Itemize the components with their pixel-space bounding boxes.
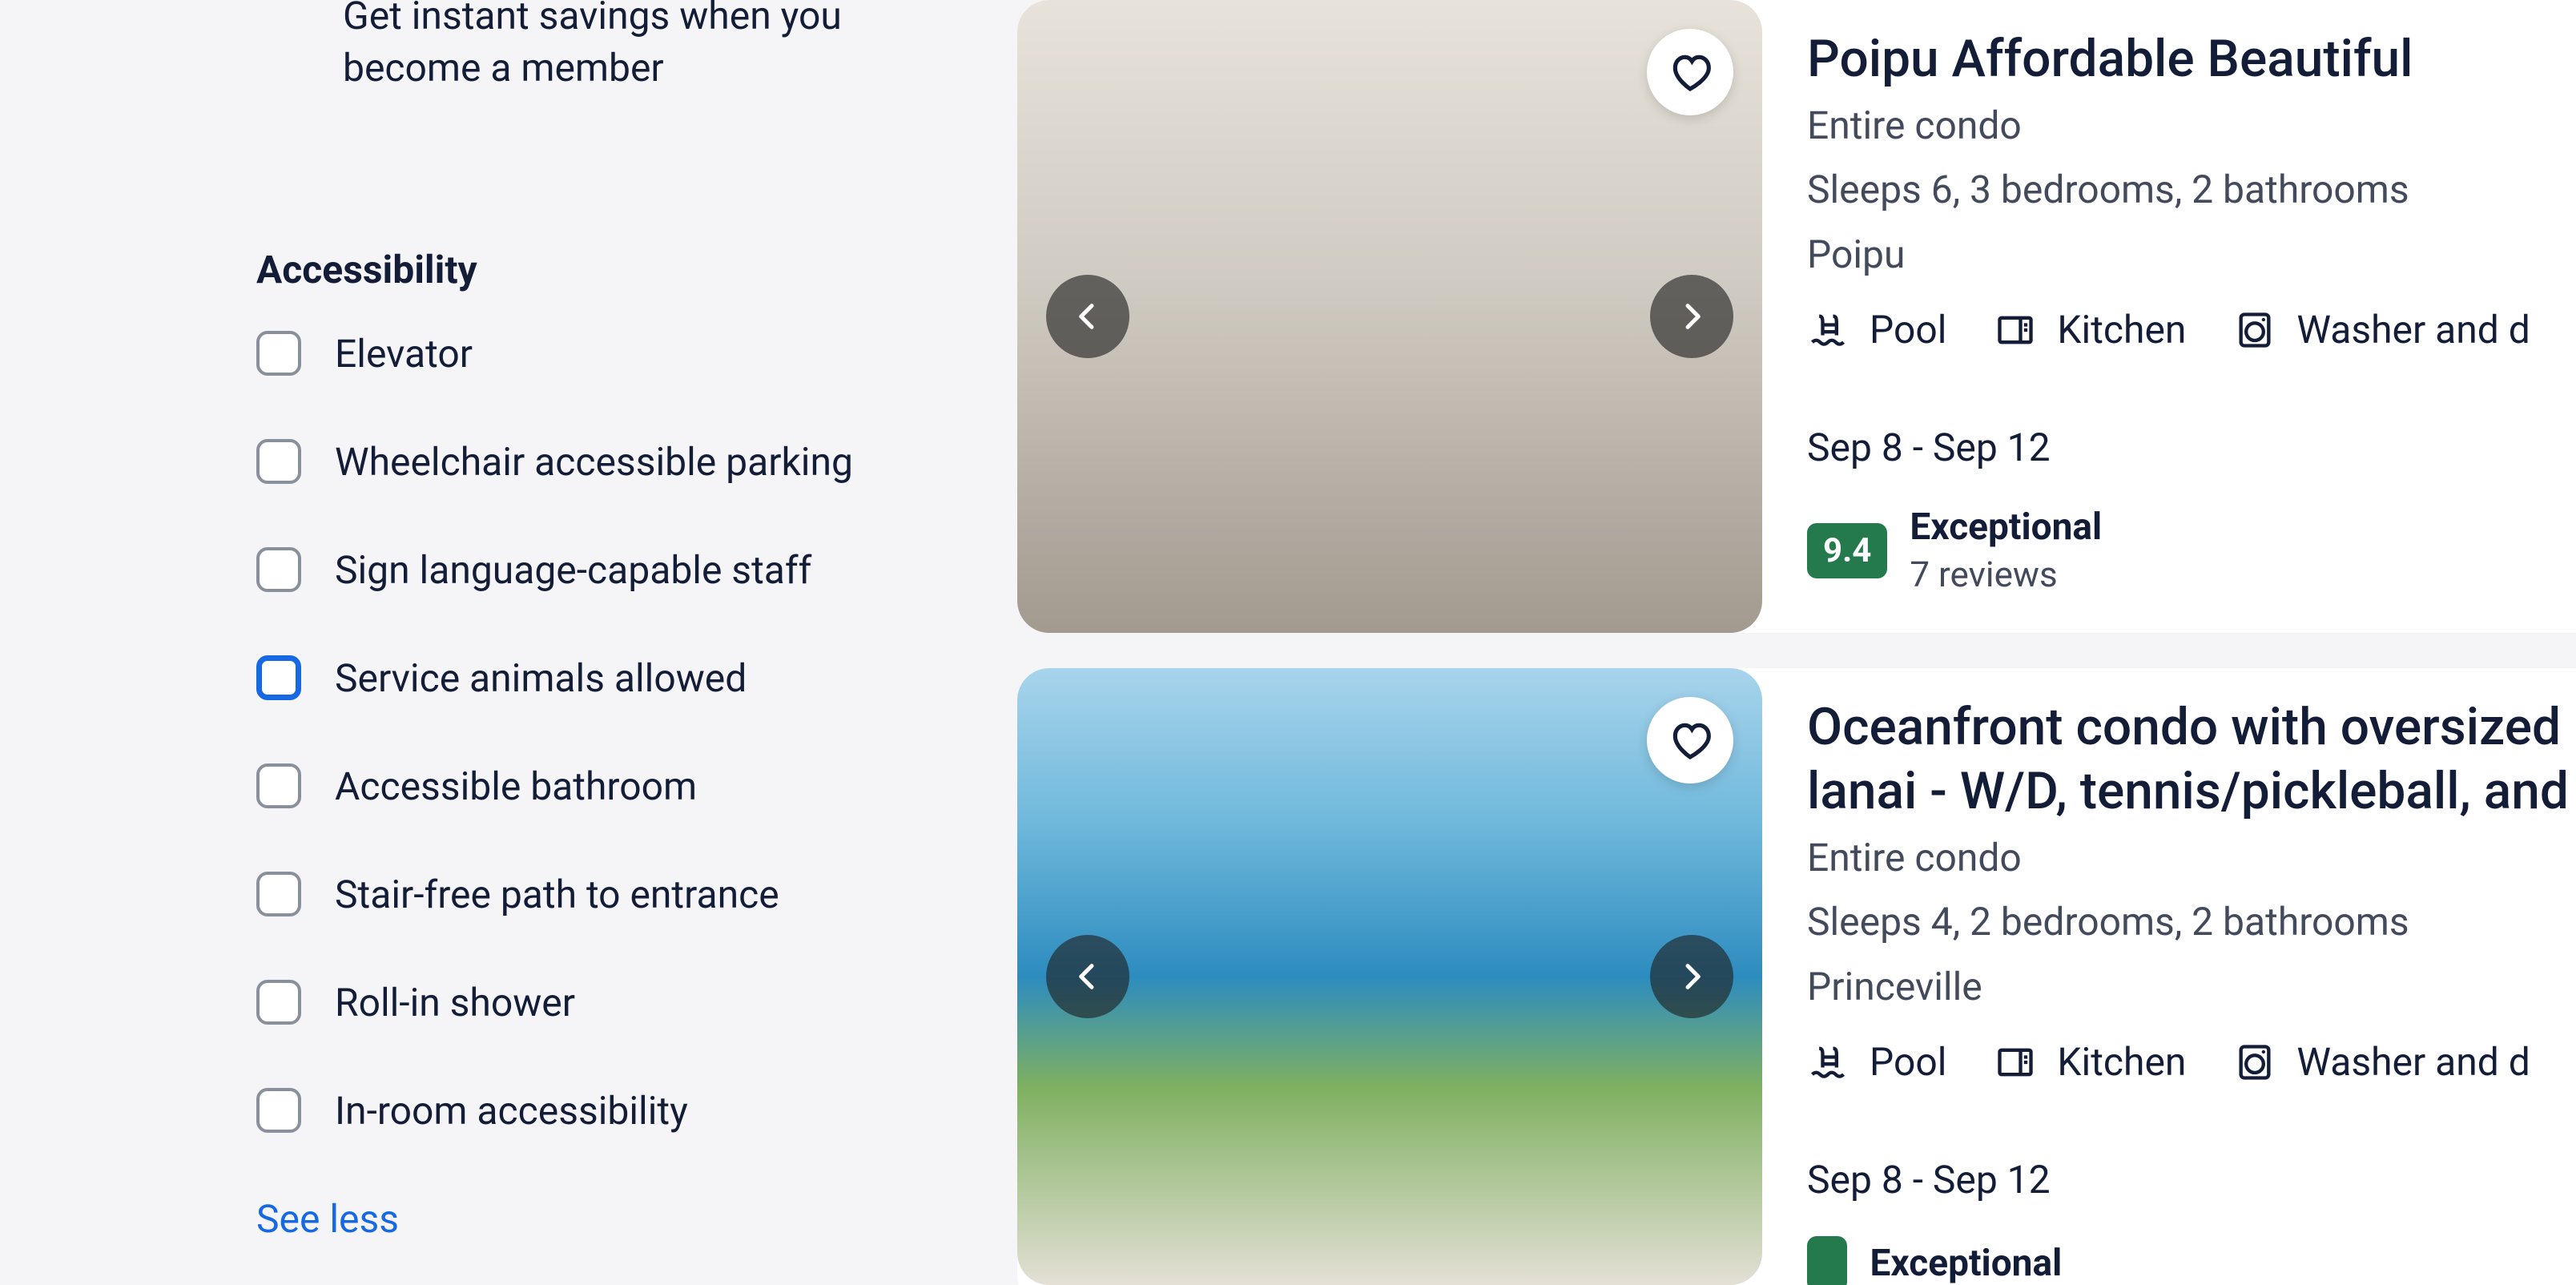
next-image-button[interactable] (1650, 275, 1733, 358)
prev-image-button[interactable] (1046, 935, 1129, 1018)
amenity-item: Washer and d (2234, 307, 2530, 352)
amenity-label: Kitchen (2057, 1039, 2186, 1085)
accessibility-heading: Accessibility (256, 247, 969, 292)
rating-reviews: 7 reviews (1910, 552, 2102, 598)
accessibility-option[interactable]: Roll-in shower (256, 980, 969, 1025)
amenity-item: Pool (1807, 1039, 1946, 1085)
checkbox-label: In-room accessibility (335, 1088, 688, 1134)
accessibility-option[interactable]: Wheelchair accessible parking (256, 439, 969, 485)
property-card[interactable]: Poipu Affordable BeautifulEntire condoSl… (1017, 0, 2576, 633)
property-location: Princeville (1807, 957, 2576, 1017)
property-title[interactable]: Oceanfront condo with oversized lanai - … (1807, 695, 2576, 824)
property-capacity: Sleeps 4, 2 bedrooms, 2 bathrooms (1807, 892, 2576, 952)
property-details: Oceanfront condo with oversized lanai - … (1762, 668, 2576, 1285)
chevron-right-icon (1676, 961, 1708, 993)
next-image-button[interactable] (1650, 935, 1733, 1018)
accessibility-options: Elevator Wheelchair accessible parking Sig… (256, 331, 969, 1134)
chevron-right-icon (1676, 300, 1708, 332)
checkbox-label: Sign language-capable staff (335, 547, 811, 593)
checkbox[interactable] (256, 1088, 301, 1133)
kitchen-icon (1994, 309, 2036, 351)
accessibility-option[interactable]: Stair-free path to entrance (256, 872, 969, 917)
checkbox[interactable] (256, 980, 301, 1025)
checkbox[interactable] (256, 655, 301, 700)
property-title[interactable]: Poipu Affordable Beautiful (1807, 27, 2576, 91)
membership-text: Get instant savings when you become a me… (256, 0, 969, 95)
property-capacity: Sleeps 6, 3 bedrooms, 2 bathrooms (1807, 160, 2576, 220)
stay-dates: Sep 8 - Sep 12 (1807, 425, 2576, 470)
pool-icon (1807, 309, 1849, 351)
amenity-item: Washer and d (2234, 1039, 2530, 1085)
rating-text: Exceptional7 reviews (1910, 504, 2102, 598)
checkbox-label: Roll-in shower (335, 980, 575, 1025)
results-list: Poipu Affordable BeautifulEntire condoSl… (1017, 0, 2576, 1285)
amenity-label: Washer and d (2296, 1039, 2530, 1085)
property-details: Poipu Affordable BeautifulEntire condoSl… (1762, 0, 2576, 633)
accessibility-option[interactable]: Accessible bathroom (256, 763, 969, 809)
checkbox[interactable] (256, 763, 301, 808)
rating-text: Exceptional (1870, 1240, 2062, 1285)
property-type: Entire condo (1807, 96, 2576, 155)
checkbox-label: Stair-free path to entrance (335, 872, 779, 917)
accessibility-option[interactable]: Service animals allowed (256, 655, 969, 701)
amenity-label: Washer and d (2296, 307, 2530, 352)
property-card[interactable]: Oceanfront condo with oversized lanai - … (1017, 668, 2576, 1285)
prev-image-button[interactable] (1046, 275, 1129, 358)
checkbox[interactable] (256, 439, 301, 484)
kitchen-icon (1994, 1041, 2036, 1083)
amenity-item: Pool (1807, 307, 1946, 352)
washer-icon (2234, 309, 2276, 351)
property-image[interactable] (1017, 0, 1762, 633)
amenity-item: Kitchen (1994, 1039, 2186, 1085)
amenity-item: Kitchen (1994, 307, 2186, 352)
checkbox[interactable] (256, 872, 301, 916)
rating-row: Exceptional (1807, 1236, 2576, 1285)
amenity-label: Pool (1870, 307, 1946, 352)
checkbox-label: Service animals allowed (335, 655, 747, 701)
rating-label: Exceptional (1910, 504, 2102, 552)
checkbox[interactable] (256, 331, 301, 376)
accessibility-option[interactable]: In-room accessibility (256, 1088, 969, 1134)
heart-icon (1668, 718, 1713, 763)
checkbox[interactable] (256, 547, 301, 592)
property-location: Poipu (1807, 225, 2576, 284)
property-type: Entire condo (1807, 828, 2576, 888)
chevron-left-icon (1072, 961, 1104, 993)
see-less-link[interactable]: See less (256, 1196, 969, 1242)
rating-badge: 9.4 (1807, 523, 1887, 578)
heart-icon (1668, 50, 1713, 95)
chevron-left-icon (1072, 300, 1104, 332)
checkbox-label: Wheelchair accessible parking (335, 439, 853, 485)
amenities-row: Pool Kitchen Washer and d (1807, 1039, 2576, 1085)
accessibility-option[interactable]: Sign language-capable staff (256, 547, 969, 593)
favorite-button[interactable] (1647, 29, 1733, 115)
stay-dates: Sep 8 - Sep 12 (1807, 1157, 2576, 1202)
checkbox-label: Accessible bathroom (335, 763, 697, 809)
checkbox-label: Elevator (335, 331, 473, 377)
rating-label: Exceptional (1870, 1240, 2062, 1285)
amenity-label: Kitchen (2057, 307, 2186, 352)
amenities-row: Pool Kitchen Washer and d (1807, 307, 2576, 352)
rating-row: 9.4 Exceptional7 reviews (1807, 504, 2576, 598)
filter-sidebar: Get instant savings when you become a me… (0, 0, 1017, 1285)
rating-badge (1807, 1236, 1847, 1285)
property-image[interactable] (1017, 668, 1762, 1285)
amenity-label: Pool (1870, 1039, 1946, 1085)
pool-icon (1807, 1041, 1849, 1083)
favorite-button[interactable] (1647, 697, 1733, 783)
accessibility-option[interactable]: Elevator (256, 331, 969, 377)
washer-icon (2234, 1041, 2276, 1083)
